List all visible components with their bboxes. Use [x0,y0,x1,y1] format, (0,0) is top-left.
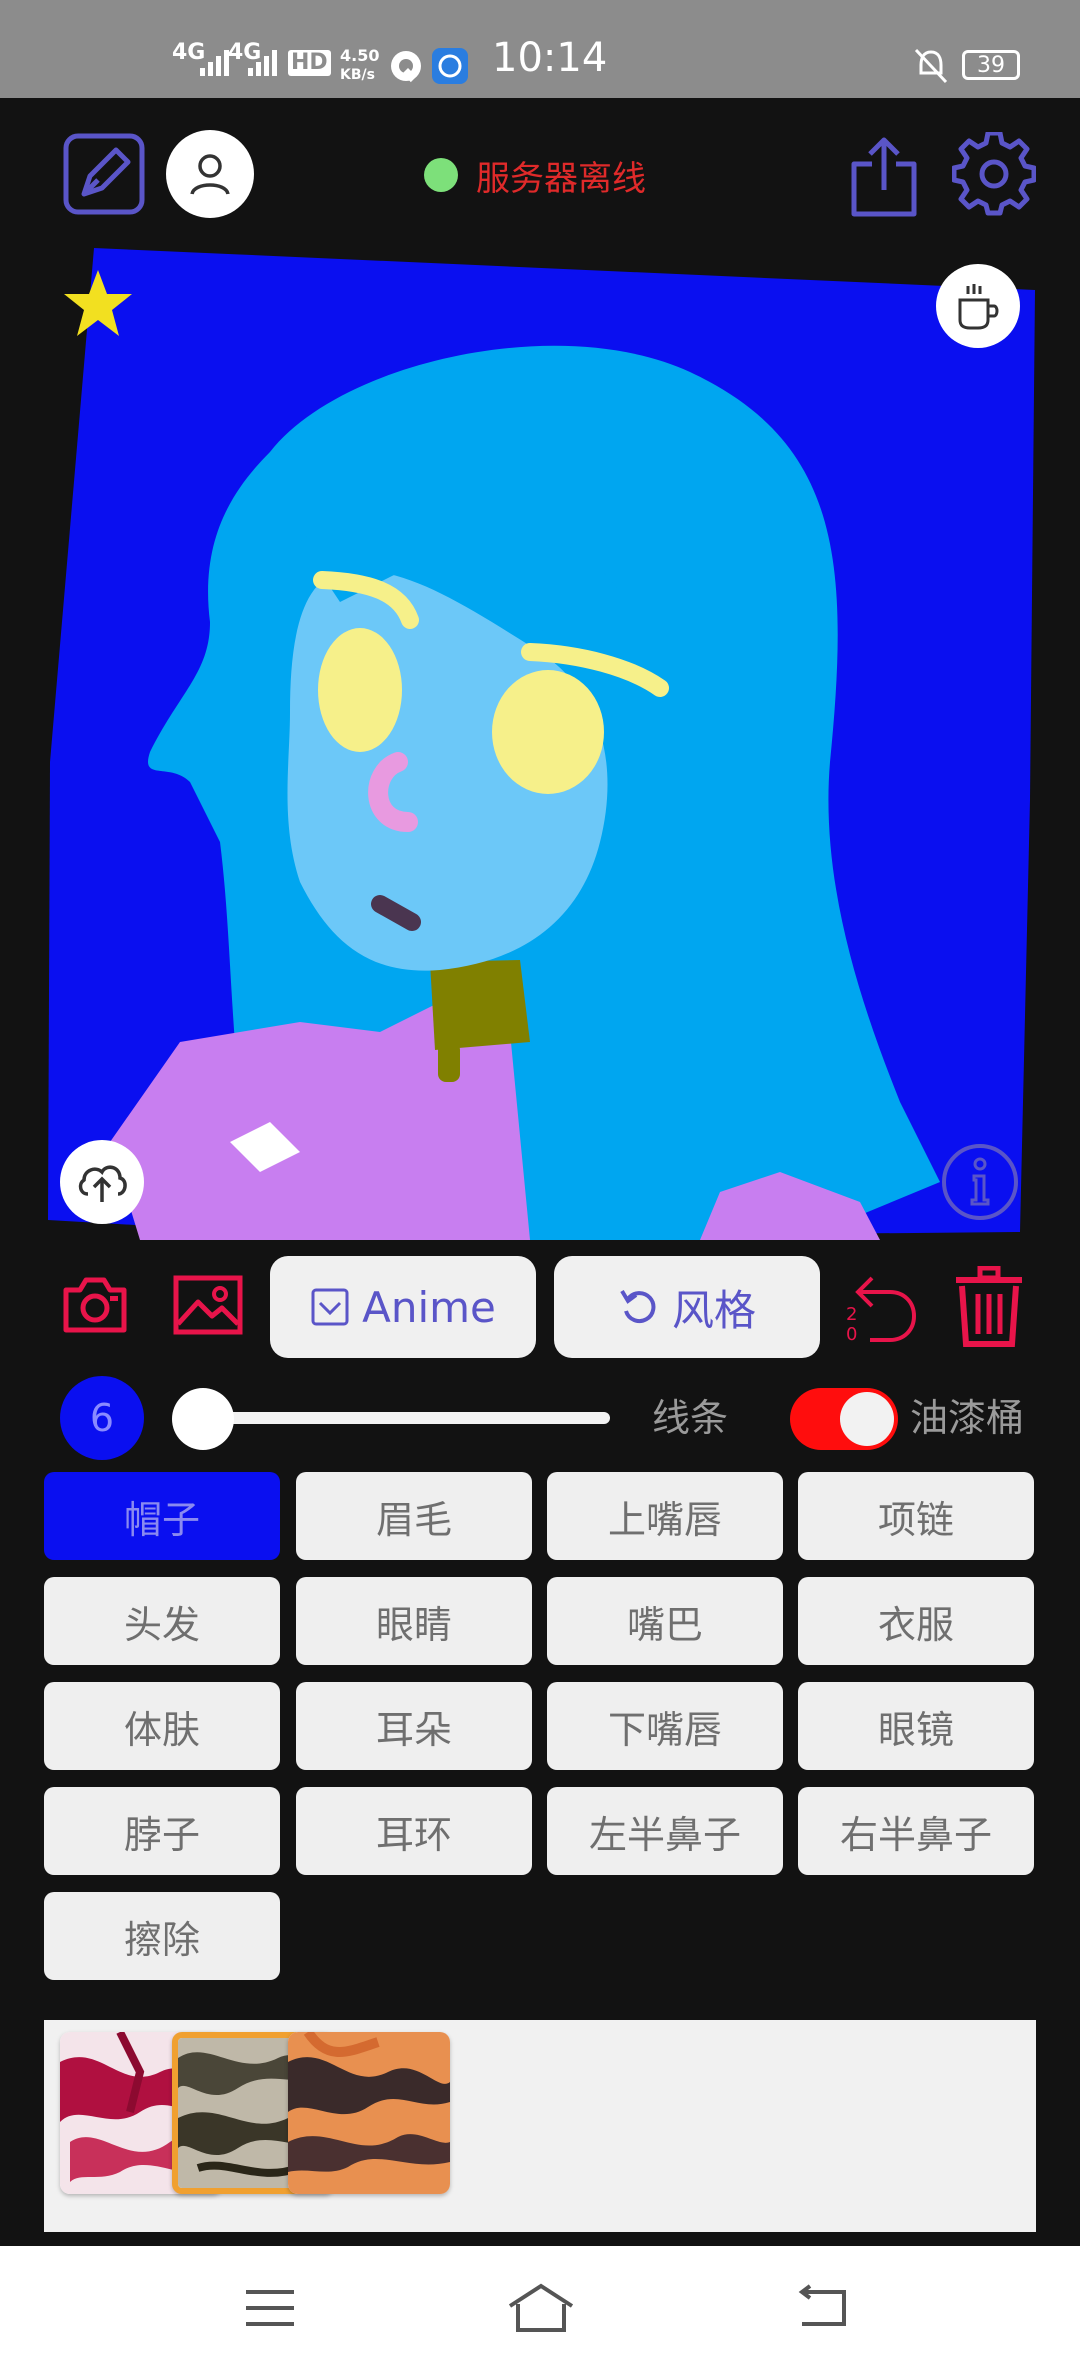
upload-button[interactable] [60,1140,144,1224]
toggle-knob [840,1392,894,1446]
part-button[interactable]: 眉毛 [296,1472,532,1560]
menu-icon[interactable] [244,2282,296,2334]
necklace-shape [438,1042,460,1082]
coffee-button[interactable] [936,264,1020,348]
status-dot [424,158,458,192]
part-label: 耳环 [375,1812,452,1857]
paint-bucket-toggle[interactable] [790,1388,898,1450]
part-button[interactable]: 耳朵 [296,1682,532,1770]
navigation-bar [0,2246,1080,2376]
brush-size-badge: 6 [60,1376,144,1460]
part-button[interactable]: 下嘴唇 [547,1682,783,1770]
app-screen: 4G 4G HD 4.50 KB/s 10:14 39 服务器离线 Anime … [0,0,1080,2376]
style-thumbnail-3[interactable] [288,2032,450,2194]
part-label: 耳朵 [375,1707,452,1752]
server-status: 服务器离线 [424,150,646,200]
part-button[interactable]: 帽子 [44,1472,280,1560]
svg-text:2: 2 [846,1304,857,1325]
speed-unit: KB/s [340,67,375,83]
part-label: 体肤 [123,1707,200,1752]
user-avatar-button[interactable] [166,130,254,218]
part-button[interactable]: 嘴巴 [547,1577,783,1665]
gallery-image-icon[interactable] [172,1274,244,1336]
mute-bell-icon [914,48,948,84]
battery-level: 39 [977,52,1005,78]
part-button[interactable]: 擦除 [44,1892,280,1980]
battery-icon: 39 [962,50,1020,80]
back-icon[interactable] [794,2282,850,2334]
info-icon[interactable] [940,1142,1020,1222]
part-label: 帽子 [123,1497,200,1542]
style-thumbnail-strip [44,2020,1036,2232]
part-label: 项链 [877,1497,954,1542]
rotate-icon [620,1289,656,1324]
hd-badge: HD [288,50,331,76]
cloud-upload-icon [78,1165,127,1202]
part-button[interactable]: 脖子 [44,1787,280,1875]
svg-text:0: 0 [846,1324,857,1345]
anime-model-dropdown[interactable]: Anime [270,1256,536,1358]
part-button[interactable]: 衣服 [798,1577,1034,1665]
speed-value: 4.50 [340,46,380,65]
part-button[interactable]: 上嘴唇 [547,1472,783,1560]
status-bar: 4G 4G HD 4.50 KB/s 10:14 39 [0,0,1080,98]
part-label: 眉毛 [375,1497,452,1542]
brush-size-slider-track[interactable] [200,1412,610,1424]
part-label: 上嘴唇 [607,1497,722,1542]
app-notification-icon-2 [432,48,468,84]
part-label: 脖子 [123,1812,200,1857]
part-label: 眼睛 [375,1602,452,1647]
eye-left [318,628,402,752]
undo-icon[interactable]: 2 0 [842,1270,918,1346]
anime-label: Anime [362,1282,496,1332]
signal-icon-2 [248,50,277,76]
server-status-text: 服务器离线 [476,158,646,199]
part-label: 下嘴唇 [607,1707,722,1752]
part-button[interactable]: 眼镜 [798,1682,1034,1770]
part-label: 眼镜 [877,1707,954,1752]
neck-shape [430,960,530,1050]
favorite-star-icon[interactable] [60,266,136,342]
part-label: 右半鼻子 [839,1812,992,1857]
style-button[interactable]: 风格 [554,1256,820,1358]
part-button[interactable]: 左半鼻子 [547,1787,783,1875]
brush-size-slider-thumb[interactable] [172,1388,234,1450]
part-label: 擦除 [123,1917,200,1962]
part-label: 衣服 [877,1602,954,1647]
part-button[interactable]: 头发 [44,1577,280,1665]
clock: 10:14 [492,35,608,81]
part-label: 嘴巴 [626,1602,703,1647]
app-notification-icon [391,51,421,83]
edit-icon[interactable] [62,132,146,216]
home-icon[interactable] [506,2282,576,2334]
coffee-cup-icon [958,284,999,330]
paint-bucket-label: 油漆桶 [910,1396,1025,1440]
eye-right [492,670,604,794]
drawing-canvas[interactable] [40,242,1040,1242]
dropdown-box-icon [311,1288,349,1326]
line-label: 线条 [652,1396,729,1440]
user-icon [190,154,230,195]
part-label: 左半鼻子 [588,1812,741,1857]
style-preview-3 [288,2032,450,2194]
part-button[interactable]: 体肤 [44,1682,280,1770]
part-button[interactable]: 右半鼻子 [798,1787,1034,1875]
style-label: 风格 [671,1285,756,1335]
part-button[interactable]: 项链 [798,1472,1034,1560]
settings-gear-icon[interactable] [952,132,1036,216]
share-icon[interactable] [848,134,920,218]
part-button[interactable]: 耳环 [296,1787,532,1875]
trash-icon[interactable] [952,1266,1026,1348]
brush-size-value: 6 [89,1396,115,1440]
part-label: 头发 [123,1602,200,1647]
camera-icon[interactable] [62,1276,128,1334]
part-button[interactable]: 眼睛 [296,1577,532,1665]
